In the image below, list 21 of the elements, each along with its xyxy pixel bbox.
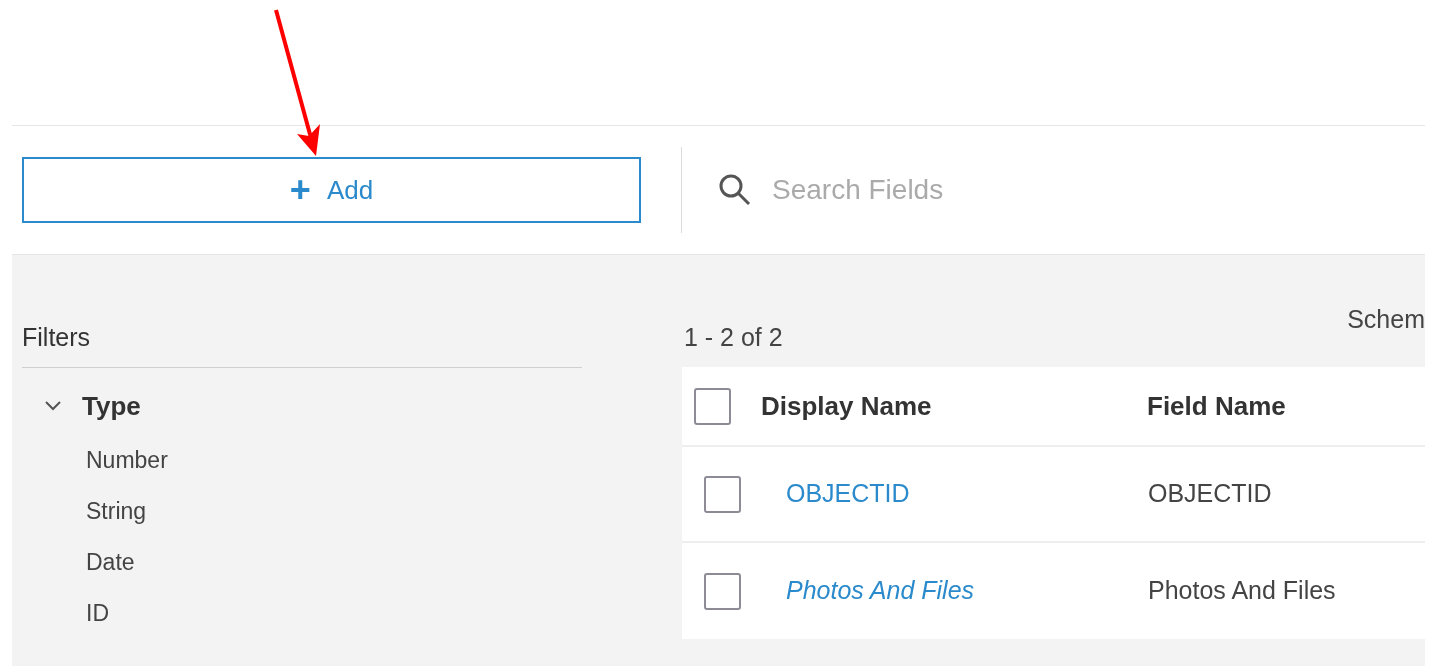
checkbox[interactable] (704, 572, 741, 610)
filter-option[interactable]: Number (86, 442, 168, 478)
chevron-down-icon (44, 400, 62, 412)
result-count: 1 - 2 of 2 (684, 322, 783, 353)
search-icon (718, 173, 752, 207)
search-field[interactable]: Search Fields (772, 169, 1425, 211)
column-header: Display Name (761, 389, 933, 423)
filters-heading: Filters (22, 322, 92, 353)
add-button[interactable]: + Add (22, 157, 641, 223)
checkbox[interactable] (704, 475, 741, 513)
field-link[interactable]: OBJECTID (786, 475, 1148, 513)
filter-option[interactable]: Date (86, 544, 135, 580)
filter-option[interactable]: ID (86, 595, 109, 631)
table-cell-text: OBJECTID (1148, 478, 1272, 510)
field-link[interactable]: Photos And Files (786, 572, 1148, 610)
filter-group-toggle[interactable]: Type (22, 388, 582, 424)
table-cell-text: Photos And Files (1148, 575, 1336, 607)
column-header: Field Name (1147, 389, 1286, 423)
view-label: Schem (1347, 304, 1425, 335)
checkbox[interactable] (694, 387, 731, 425)
filter-option[interactable]: String (86, 493, 147, 529)
